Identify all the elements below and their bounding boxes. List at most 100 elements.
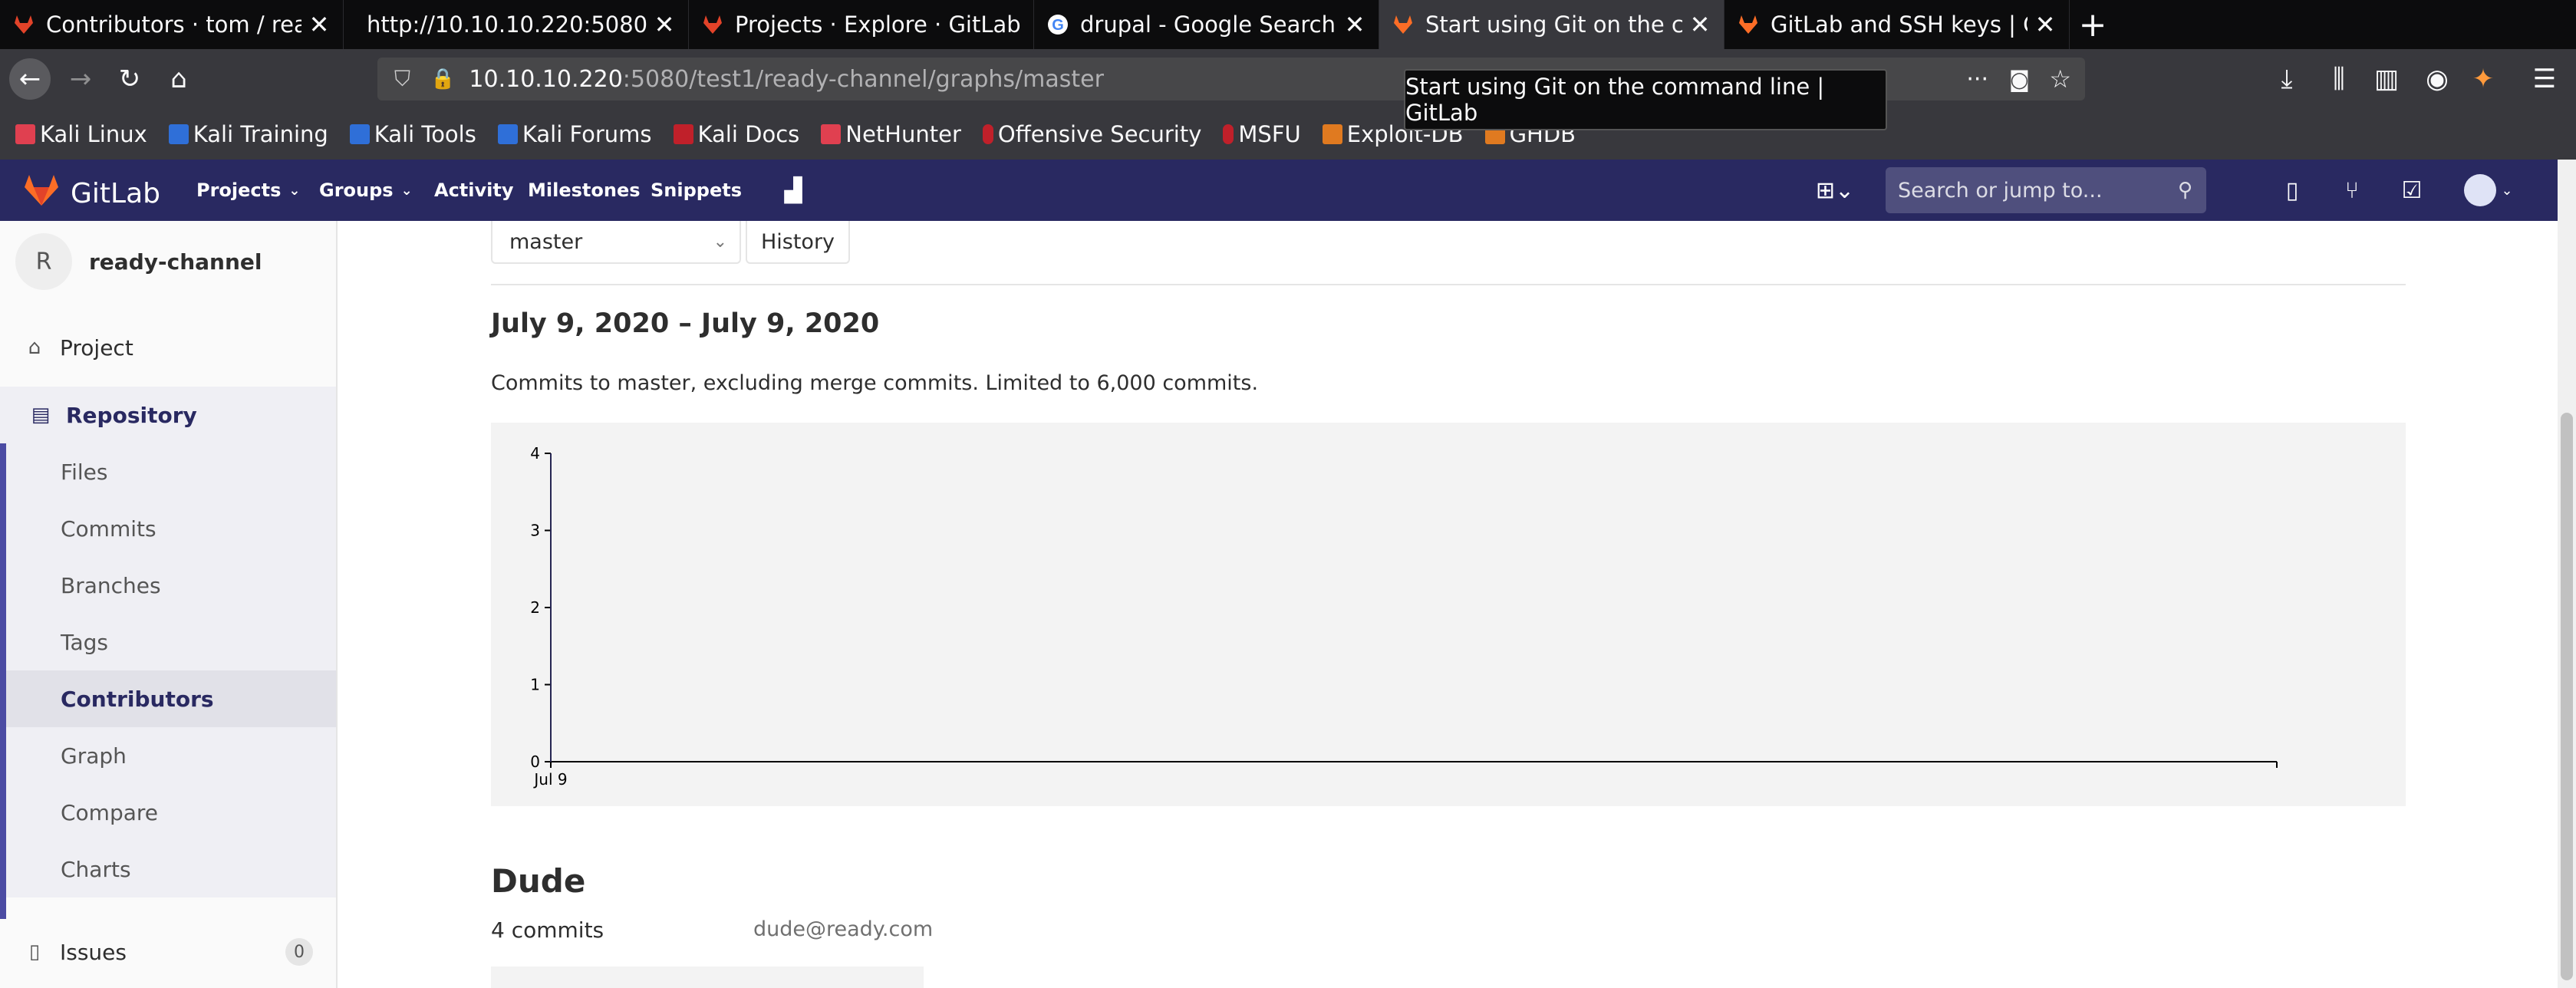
chevron-down-icon: ⌄ bbox=[400, 182, 413, 199]
sidebar-icon[interactable]: ▥ bbox=[2366, 58, 2407, 100]
insecure-lock-icon[interactable]: 🔒 bbox=[430, 68, 455, 91]
tab-tooltip: Start using Git on the command line | Gi… bbox=[1404, 69, 1887, 130]
sidebar-sub-contributors[interactable]: Contributors bbox=[6, 670, 336, 727]
issues-icon[interactable]: ▯ bbox=[2274, 172, 2311, 209]
sidebar-sub-commits[interactable]: Commits bbox=[6, 500, 336, 557]
issues-count-badge: 0 bbox=[285, 938, 313, 966]
page-scrollbar[interactable] bbox=[2558, 160, 2576, 988]
close-icon[interactable]: ✕ bbox=[308, 10, 331, 39]
browser-tab-3[interactable]: Projects · Explore · GitLab bbox=[689, 0, 1034, 49]
close-icon[interactable]: ✕ bbox=[1688, 10, 1711, 39]
new-item-icon[interactable]: ⊞⌄ bbox=[1810, 172, 1860, 209]
bookmark-kali-training[interactable]: Kali Training bbox=[168, 121, 328, 147]
browser-tab-2[interactable]: http://10.10.10.220:5080/dude ✕ bbox=[344, 0, 689, 49]
home-icon[interactable]: ⌂ bbox=[158, 58, 199, 100]
bookmark-nethunter[interactable]: NetHunter bbox=[821, 121, 961, 147]
bookmark-kali-linux[interactable]: Kali Linux bbox=[15, 121, 147, 147]
tab-title: drupal - Google Search bbox=[1080, 12, 1336, 38]
search-icon: ⚲ bbox=[2177, 179, 2192, 202]
contributor-chart bbox=[491, 967, 924, 988]
browser-tab-6[interactable]: GitLab and SSH keys | GitLab ✕ bbox=[1724, 0, 2070, 49]
bookmark-offensive-security[interactable]: Offensive Security bbox=[982, 121, 1202, 147]
sidebar-sub-label: Files bbox=[61, 459, 108, 485]
sidebar-sub-charts[interactable]: Charts bbox=[6, 841, 336, 897]
history-button[interactable]: History bbox=[746, 221, 850, 264]
sidebar-item-repository[interactable]: ▤ Repository bbox=[0, 387, 336, 443]
divider bbox=[491, 284, 2406, 285]
bookmark-kali-tools[interactable]: Kali Tools bbox=[349, 121, 476, 147]
nav-groups[interactable]: Groups ⌄ bbox=[319, 160, 413, 221]
search-input[interactable]: Search or jump to... ⚲ bbox=[1886, 167, 2206, 213]
y-tick-label: 3 bbox=[530, 522, 540, 540]
bookmark-label: Kali Forums bbox=[522, 121, 652, 147]
download-icon[interactable]: ⤓ bbox=[2266, 58, 2308, 100]
y-tick-label: 4 bbox=[530, 444, 540, 463]
branch-select[interactable]: master ⌄ bbox=[491, 221, 741, 264]
back-icon[interactable]: ← bbox=[9, 58, 51, 100]
main-content: master ⌄ History July 9, 2020 – July 9, … bbox=[339, 221, 2576, 988]
bookmark-msfu[interactable]: MSFU bbox=[1223, 121, 1301, 147]
nav-milestones[interactable]: Milestones bbox=[528, 160, 641, 221]
nav-activity[interactable]: Activity bbox=[434, 160, 514, 221]
sidebar-sub-compare[interactable]: Compare bbox=[6, 784, 336, 841]
sidebar-sub-label: Branches bbox=[61, 572, 161, 598]
chart-icon[interactable]: ▟ bbox=[775, 172, 812, 209]
merge-requests-icon[interactable]: ⑂ bbox=[2334, 172, 2370, 209]
avatar bbox=[2464, 174, 2497, 206]
exploit-db-icon bbox=[1322, 124, 1342, 144]
todos-icon[interactable]: ☑ bbox=[2393, 172, 2430, 209]
sidebar-sub-tags[interactable]: Tags bbox=[6, 614, 336, 670]
sidebar-sub-branches[interactable]: Branches bbox=[6, 557, 336, 614]
date-range-heading: July 9, 2020 – July 9, 2020 bbox=[491, 308, 880, 339]
msfu-icon bbox=[1223, 124, 1234, 144]
sidebar-item-label: Repository bbox=[66, 402, 197, 428]
nav-projects[interactable]: Projects ⌄ bbox=[196, 160, 301, 221]
bookmark-kali-docs[interactable]: Kali Docs bbox=[673, 121, 800, 147]
sidebar-item-issues[interactable]: ▯ Issues 0 bbox=[0, 924, 336, 980]
bookmark-kali-forums[interactable]: Kali Forums bbox=[497, 121, 652, 147]
pocket-icon[interactable]: ◙ bbox=[2009, 67, 2030, 92]
page-actions-icon[interactable]: ··· bbox=[1966, 66, 1988, 93]
sidebar-sub-graph[interactable]: Graph bbox=[6, 727, 336, 784]
user-avatar-menu[interactable]: ⌄ bbox=[2459, 172, 2518, 209]
extension-icon[interactable]: ✦ bbox=[2462, 58, 2504, 100]
gitlab-home-link[interactable]: GitLab bbox=[23, 173, 160, 214]
browser-tab-1[interactable]: Contributors · tom / ready-channel ✕ bbox=[0, 0, 344, 49]
menu-icon[interactable]: ☰ bbox=[2524, 58, 2565, 100]
star-icon[interactable]: ☆ bbox=[2049, 64, 2071, 94]
new-tab-button[interactable]: + bbox=[2070, 0, 2116, 49]
bookmark-label: Offensive Security bbox=[997, 121, 1202, 147]
browser-tab-5[interactable]: Start using Git on the command line | Gi… bbox=[1379, 0, 1724, 49]
sidebar-item-label: Issues bbox=[60, 939, 127, 965]
bookmarks-bar: Kali Linux Kali Training Kali Tools Kali… bbox=[0, 109, 2576, 160]
account-icon[interactable]: ◉ bbox=[2416, 58, 2458, 100]
bookmark-label: Kali Docs bbox=[697, 121, 800, 147]
close-icon[interactable]: ✕ bbox=[1343, 10, 1366, 39]
kali-icon bbox=[15, 124, 35, 144]
sidebar-project-header[interactable]: R ready-channel bbox=[15, 233, 262, 290]
gitlab-header: GitLab Projects ⌄ Groups ⌄ Activity Milest… bbox=[0, 160, 2576, 221]
nav-groups-label: Groups bbox=[319, 179, 394, 201]
chevron-down-icon: ⌄ bbox=[2501, 182, 2513, 199]
contributor-email: dude@ready.com bbox=[753, 917, 934, 941]
google-icon: G bbox=[1046, 13, 1069, 36]
shield-icon[interactable]: ⛉ bbox=[394, 66, 410, 92]
forward-icon[interactable]: → bbox=[60, 58, 101, 100]
gitlab-brand: GitLab bbox=[71, 178, 160, 209]
project-avatar: R bbox=[15, 233, 72, 290]
bookmark-label: NetHunter bbox=[845, 121, 961, 147]
close-icon[interactable]: ✕ bbox=[2034, 10, 2057, 39]
nav-milestones-label: Milestones bbox=[528, 179, 641, 201]
library-icon[interactable]: ⫼ bbox=[2318, 58, 2360, 100]
sidebar-sub-label: Contributors bbox=[61, 686, 214, 712]
nav-snippets[interactable]: Snippets bbox=[651, 160, 742, 221]
close-icon[interactable]: ✕ bbox=[653, 10, 676, 39]
sidebar-sub-files[interactable]: Files bbox=[6, 443, 336, 500]
browser-tab-4[interactable]: G drupal - Google Search ✕ bbox=[1034, 0, 1379, 49]
contributors-chart: 0 1 2 3 4 Jul 9 bbox=[491, 423, 2406, 806]
reload-icon[interactable]: ↻ bbox=[109, 58, 150, 100]
gitlab-icon bbox=[1392, 13, 1415, 36]
scrollbar-thumb[interactable] bbox=[2561, 413, 2573, 980]
document-icon: ▤ bbox=[31, 403, 51, 426]
sidebar-item-project[interactable]: ⌂ Project bbox=[0, 319, 336, 376]
